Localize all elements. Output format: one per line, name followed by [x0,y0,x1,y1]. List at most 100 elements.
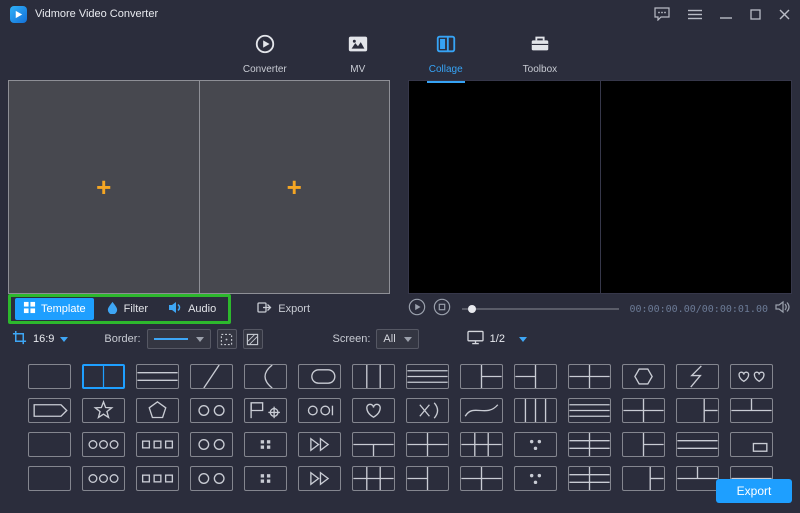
template-gridR[interactable] [676,398,719,423]
stop-icon[interactable] [433,298,451,321]
seek-slider[interactable] [462,308,619,310]
template-t1b2[interactable] [352,432,395,457]
border-style-select[interactable] [147,329,211,349]
template-dots3[interactable] [514,466,557,491]
template-ff[interactable] [298,432,341,457]
template-banner[interactable] [28,398,71,423]
template-hex[interactable] [622,364,665,389]
template-bigsmall[interactable] [730,432,773,457]
template-h3[interactable] [136,364,179,389]
main-area: + + [0,80,800,294]
maximize-icon[interactable] [750,9,761,20]
template-t2b1[interactable] [730,398,773,423]
template-grid22[interactable] [568,364,611,389]
template-h3[interactable] [676,432,719,457]
collage-cell-add-2[interactable]: + [199,81,390,293]
aspect-caret-icon[interactable] [60,337,68,342]
template-circ3[interactable] [82,466,125,491]
template-circ3[interactable] [82,432,125,457]
template-circ2[interactable] [190,432,233,457]
close-icon[interactable] [779,9,790,20]
template-grid23[interactable] [352,466,395,491]
template-grid23[interactable] [460,432,503,457]
template-oosq[interactable] [298,398,341,423]
minimize-icon[interactable] [720,9,732,20]
template-dots4[interactable] [244,432,287,457]
template-diag[interactable] [190,364,233,389]
template-grid32[interactable] [568,432,611,457]
export-icon [257,301,272,317]
play-icon[interactable] [408,298,426,321]
template-dots4[interactable] [244,466,287,491]
collage-cell-add-1[interactable]: + [9,81,199,293]
template-l1r2[interactable] [460,364,503,389]
monitor-icon [467,330,484,348]
template-dots3[interactable] [514,432,557,457]
volume-icon[interactable] [775,300,792,319]
template-hearts[interactable] [730,364,773,389]
player-controls: 00:00:00.00/00:00:01.00 [408,298,792,321]
template-heartarrow[interactable] [352,398,395,423]
template-grid22[interactable] [460,466,503,491]
template-ff[interactable] [298,466,341,491]
template-h4[interactable] [406,364,449,389]
template-grid22[interactable] [622,398,665,423]
menu-icon[interactable] [688,9,702,20]
audio-button[interactable]: Audio [160,298,224,320]
template-blank[interactable] [28,432,71,457]
export-tab-button[interactable]: Export [257,301,310,317]
template-l1r2[interactable] [622,432,665,457]
audio-icon [168,301,183,317]
export-tab-label: Export [278,303,310,315]
hatch-icon[interactable] [243,329,263,349]
aspect-ratio-value: 16:9 [33,333,54,345]
template-gridR[interactable] [622,466,665,491]
template-star[interactable] [82,398,125,423]
template-grid22[interactable] [406,432,449,457]
aspect-ratio-control[interactable]: 16:9 [12,330,68,348]
tab-mv[interactable]: MV [341,31,375,77]
template-swoosh[interactable] [460,398,503,423]
template-blank[interactable] [28,364,71,389]
template-h4[interactable] [568,398,611,423]
export-button[interactable]: Export [716,479,792,503]
template-curve[interactable] [244,364,287,389]
border-caret-icon [196,337,204,342]
template-button-label: Template [41,303,86,315]
template-sq3[interactable] [136,466,179,491]
border-label: Border: [104,333,140,345]
template-circ2[interactable] [190,466,233,491]
dashed-border-icon[interactable] [217,329,237,349]
template-xparen[interactable] [406,398,449,423]
template-circ2[interactable] [190,398,233,423]
template-sq3[interactable] [136,432,179,457]
page-caret-icon[interactable] [519,337,527,342]
comment-icon[interactable] [654,7,670,21]
template-flaggear[interactable] [244,398,287,423]
filter-button[interactable]: Filter [98,298,156,320]
template-pentagon[interactable] [136,398,179,423]
collage-icon [435,33,457,60]
template-v3[interactable] [352,364,395,389]
tab-collage[interactable]: Collage [423,31,469,77]
tab-converter[interactable]: Converter [237,31,293,77]
template-l2r1[interactable] [514,364,557,389]
titlebar: Vidmore Video Converter [0,0,800,28]
template-grid32[interactable] [568,466,611,491]
screen-select[interactable]: All [376,329,418,349]
left-toolbar: Template Filter Audio [8,294,390,324]
window-title: Vidmore Video Converter [35,8,158,20]
template-v4[interactable] [514,398,557,423]
template-button[interactable]: Template [15,298,94,320]
border-line-sample [154,338,188,340]
template-t2b1[interactable] [676,466,719,491]
template-zigzag[interactable] [676,364,719,389]
seek-knob[interactable] [468,305,476,313]
tab-toolbox[interactable]: Toolbox [517,31,563,77]
template-v2-selected[interactable] [82,364,125,389]
template-pipround[interactable] [298,364,341,389]
audio-button-label: Audio [188,303,216,315]
screen-caret-icon [404,337,412,342]
template-l2r1[interactable] [406,466,449,491]
template-blank[interactable] [28,466,71,491]
